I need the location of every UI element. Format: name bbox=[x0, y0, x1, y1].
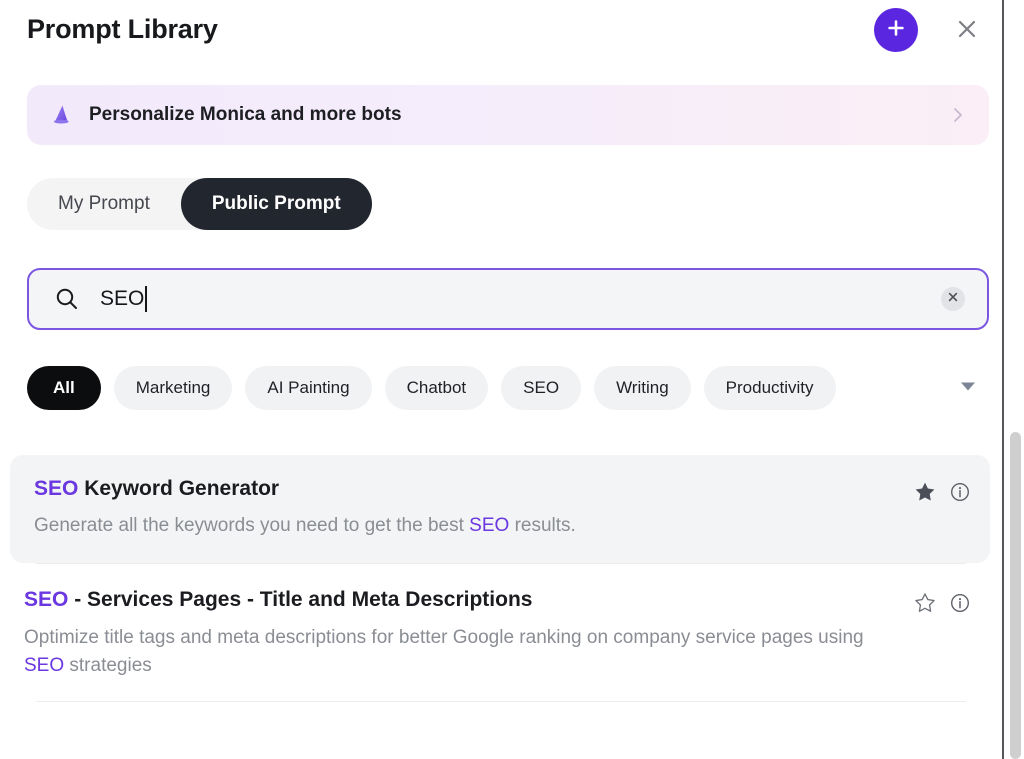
search-clear-button[interactable] bbox=[941, 287, 965, 311]
prompt-scope-toggle: My Prompt Public Prompt bbox=[27, 178, 372, 230]
result-title: SEO - Services Pages - Title and Meta De… bbox=[24, 586, 882, 614]
result-desc-part: strategies bbox=[64, 655, 152, 677]
add-prompt-button[interactable] bbox=[874, 8, 918, 52]
info-circle-icon[interactable] bbox=[950, 482, 970, 502]
scrollbar-thumb[interactable] bbox=[1010, 432, 1021, 759]
result-actions bbox=[914, 481, 970, 503]
panel: Prompt Library Personalize Monica and mo… bbox=[0, 0, 1002, 759]
result-title-match: SEO bbox=[34, 477, 79, 500]
star-filled-icon[interactable] bbox=[914, 481, 936, 503]
chevron-right-icon bbox=[949, 106, 967, 124]
result-item[interactable]: SEO - Services Pages - Title and Meta De… bbox=[0, 564, 1002, 701]
category-filter-row: All Marketing AI Painting Chatbot SEO Wr… bbox=[27, 366, 989, 410]
page-title: Prompt Library bbox=[27, 14, 218, 44]
result-desc-part: Generate all the keywords you need to ge… bbox=[34, 515, 470, 537]
category-chip-writing[interactable]: Writing bbox=[594, 366, 691, 410]
result-description: Generate all the keywords you need to ge… bbox=[34, 512, 870, 541]
personalize-banner-label: Personalize Monica and more bots bbox=[89, 104, 402, 125]
result-title-rest: - Services Pages - Title and Meta Descri… bbox=[68, 588, 533, 612]
text-caret bbox=[145, 286, 148, 312]
close-circle-icon bbox=[947, 290, 959, 308]
result-desc-match: SEO bbox=[469, 515, 510, 537]
search-box[interactable]: SEO bbox=[27, 268, 989, 330]
close-icon bbox=[955, 17, 979, 46]
result-item[interactable]: SEO Keyword Generator Generate all the k… bbox=[10, 455, 990, 564]
results-list: SEO Keyword Generator Generate all the k… bbox=[0, 440, 1002, 703]
search-input-value: SEO bbox=[100, 287, 145, 310]
tab-public-prompt[interactable]: Public Prompt bbox=[180, 178, 372, 230]
result-title: SEO Keyword Generator bbox=[34, 475, 870, 503]
category-chip-ai-painting[interactable]: AI Painting bbox=[245, 366, 372, 410]
category-chip-productivity[interactable]: Productivity bbox=[703, 366, 836, 410]
personalize-banner[interactable]: Personalize Monica and more bots bbox=[27, 85, 989, 145]
close-button[interactable] bbox=[946, 10, 988, 52]
search-input[interactable]: SEO bbox=[100, 286, 148, 312]
prompt-library-window: Prompt Library Personalize Monica and mo… bbox=[0, 0, 1024, 759]
result-desc-part: Optimize title tags and meta description… bbox=[24, 626, 864, 648]
category-chip-seo[interactable]: SEO bbox=[501, 366, 582, 410]
header: Prompt Library bbox=[0, 0, 1002, 66]
result-desc-match: SEO bbox=[24, 655, 65, 677]
result-actions bbox=[914, 592, 970, 614]
chevron-down-icon bbox=[959, 379, 977, 397]
search-icon bbox=[54, 286, 80, 312]
category-chip-chatbot[interactable]: Chatbot bbox=[384, 366, 489, 410]
result-desc-part: results. bbox=[509, 515, 576, 537]
result-description: Optimize title tags and meta description… bbox=[24, 624, 882, 682]
category-chip-marketing[interactable]: Marketing bbox=[113, 366, 233, 410]
star-outline-icon[interactable] bbox=[914, 592, 936, 614]
info-circle-icon[interactable] bbox=[950, 593, 970, 613]
wizard-hat-icon bbox=[44, 101, 78, 129]
plus-icon bbox=[886, 18, 906, 43]
category-expand-button[interactable] bbox=[959, 379, 977, 397]
result-divider bbox=[36, 701, 966, 703]
category-chip-all[interactable]: All bbox=[27, 366, 101, 410]
result-title-match: SEO bbox=[24, 588, 69, 612]
tab-my-prompt[interactable]: My Prompt bbox=[27, 178, 181, 230]
result-title-rest: Keyword Generator bbox=[78, 477, 280, 500]
